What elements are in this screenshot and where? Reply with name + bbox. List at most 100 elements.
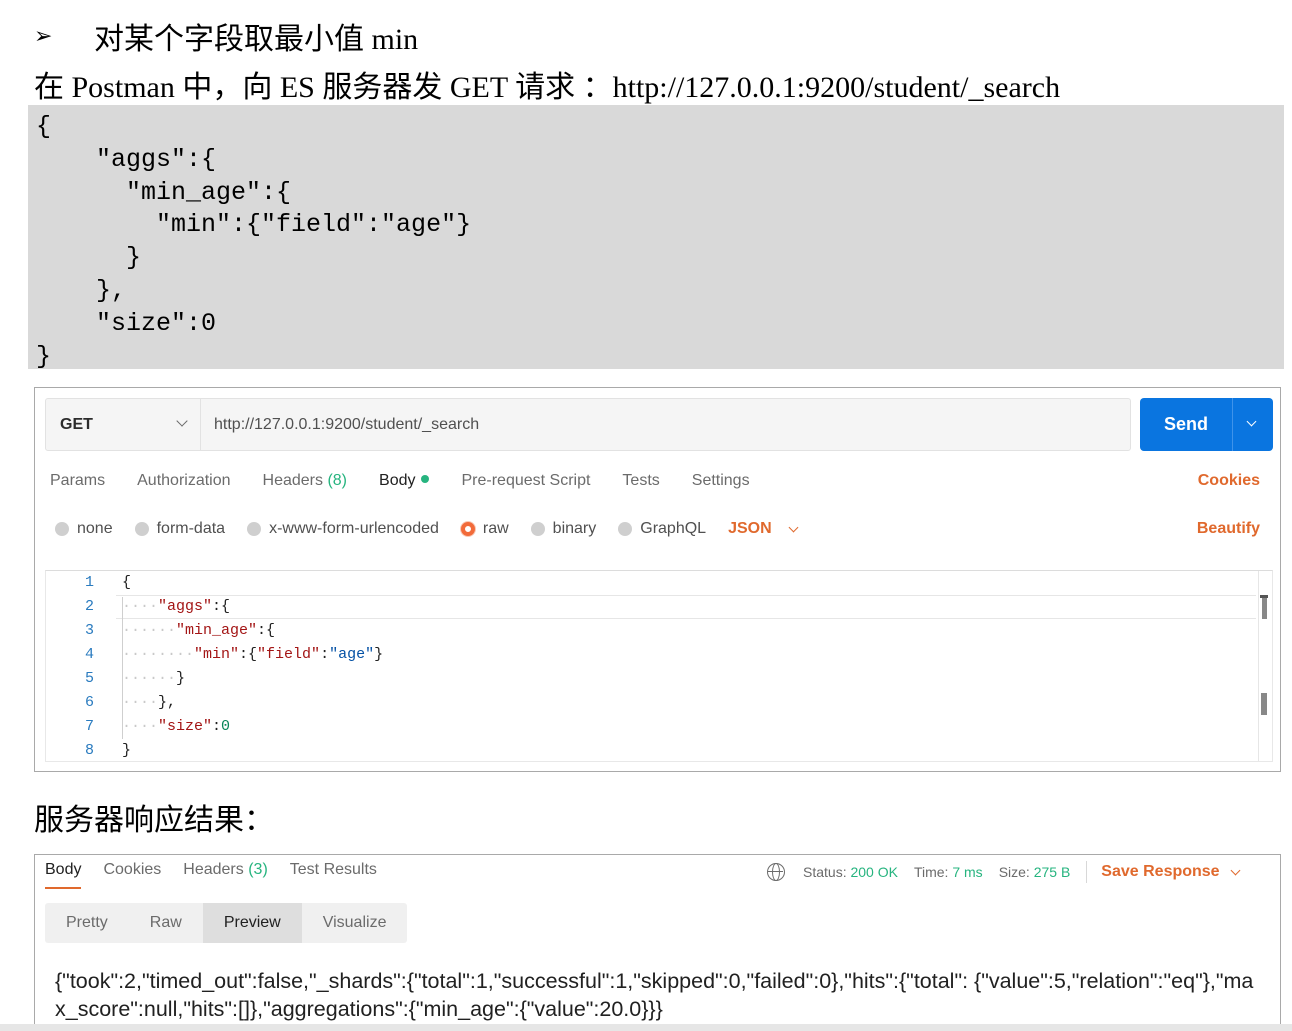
line-number: 8 [84,742,94,759]
radio-selected-icon [460,522,475,536]
response-tab-cookies[interactable]: Cookies [103,861,161,889]
line-number: 3 [84,622,94,639]
response-status-bar: Status: 200 OK Time: 7 ms Size: 275 B Sa… [767,861,1241,883]
body-type-none-label: none [77,520,113,537]
format-select[interactable]: JSON [728,520,799,538]
response-body-text: {"took":2,"timed_out":false,"_shards":{"… [55,969,1254,1021]
heading-text: 对某个字段取最小值 min [94,23,419,56]
editor-line: 8} [46,739,1272,761]
line-number: 2 [84,598,94,615]
intro-paragraph: 在 Postman 中，向 ES 服务器发 GET 请求 ：http://127… [34,71,1061,104]
view-mode-raw[interactable]: Raw [129,903,203,943]
method-select[interactable]: GET [46,399,201,450]
status-value: 200 OK [850,864,898,880]
time-value: 7 ms [952,864,983,880]
line-code: } [122,742,132,759]
beautify-button[interactable]: Beautify [1197,520,1260,538]
line-code: ····"aggs":{ [122,598,231,615]
code-block: { "aggs":{ "min_age":{ "min":{"field":"a… [28,105,1284,371]
chevron-down-icon [788,522,799,532]
body-type-urlencoded[interactable]: x-www-form-urlencoded [247,520,439,538]
body-editor[interactable]: 1{ 2 ····"aggs":{ 3 ······"min_age":{ 4 ···… [45,570,1273,762]
body-type-form-data-label: form-data [156,520,226,537]
tab-settings[interactable]: Settings [692,472,750,496]
globe-icon[interactable] [767,863,785,881]
body-type-binary-label: binary [552,520,597,537]
body-type-raw[interactable]: raw [460,520,509,538]
editor-scrollbar-track[interactable] [1258,571,1259,761]
body-type-graphql-label: GraphQL [640,520,707,537]
editor-line: 1{ [46,571,1272,595]
postman-response-panel: Body Cookies Headers (3) Test Results St… [34,854,1281,1031]
tab-headers[interactable]: Headers (8) [263,472,348,496]
radio-icon [618,522,633,536]
editor-line: 6 ····}, [46,691,1272,715]
chevron-down-icon [1230,865,1241,875]
bottom-edge-bar [0,1024,1292,1031]
line-code: { [122,574,132,591]
line-code: ····"size":0 [122,718,231,735]
cookies-link[interactable]: Cookies [1198,472,1260,490]
tab-tests[interactable]: Tests [622,472,659,496]
code-block-text: { "aggs":{ "min_age":{ "min":{"field":"a… [36,112,472,371]
section-heading: ➢ 对某个字段取最小值 min [34,14,418,58]
line-number: 6 [84,694,94,711]
url-input[interactable]: http://127.0.0.1:9200/student/_search [214,399,479,450]
view-mode-visualize[interactable]: Visualize [302,903,408,943]
save-response-button[interactable]: Save Response [1101,863,1241,881]
body-type-raw-label: raw [482,520,509,537]
response-tab-body[interactable]: Body [45,861,82,889]
time-info: Time: 7 ms [914,864,983,880]
radio-icon [247,522,262,536]
body-active-dot-icon [421,475,430,483]
tab-headers-label: Headers [262,472,323,489]
editor-scrollbar-thumb[interactable] [1261,693,1267,715]
line-number: 4 [84,646,94,663]
view-mode-pretty[interactable]: Pretty [45,903,129,943]
radio-icon [134,522,149,536]
chevron-down-icon[interactable] [1246,416,1257,427]
send-button[interactable]: Send [1140,398,1273,451]
editor-line: 7 ····"size":0 [46,715,1272,739]
line-number: 1 [84,574,94,591]
line-code: ········"min":{"field":"age"} [122,646,384,663]
editor-line: 4 ········"min":{"field":"age"} [46,643,1272,667]
radio-icon [530,522,545,536]
tab-body-label: Body [379,472,416,489]
size-label: Size: [998,864,1030,880]
body-type-binary[interactable]: binary [530,520,597,538]
bullet-arrow-icon: ➢ [34,23,53,48]
tab-authorization[interactable]: Authorization [137,472,230,496]
send-label: Send [1163,414,1208,434]
method-label: GET [60,415,93,433]
status-info: Status: 200 OK [803,864,898,880]
line-code: ······} [122,670,186,687]
line-code: ····}, [122,694,177,711]
response-headers-count: (3) [248,861,268,878]
result-caption: 服务器响应结果： [34,804,274,837]
editor-line: 3 ······"min_age":{ [46,619,1272,643]
tab-body[interactable]: Body [379,472,430,496]
response-tab-headers[interactable]: Headers (3) [183,861,268,889]
tab-prerequest-script[interactable]: Pre-request Script [461,472,590,496]
response-tab-test-results[interactable]: Test Results [290,861,377,889]
headers-count: (8) [327,472,348,489]
status-divider [1086,861,1088,883]
tab-params[interactable]: Params [50,472,105,496]
postman-request-panel: GET http://127.0.0.1:9200/student/_searc… [34,387,1281,772]
line-code: ······"min_age":{ [122,622,276,639]
body-type-form-data[interactable]: form-data [134,520,226,538]
time-label: Time: [913,864,949,880]
body-type-options: none form-data x-www-form-urlencoded raw… [55,520,819,538]
size-value: 275 B [1033,864,1071,880]
response-tabs: Body Cookies Headers (3) Test Results [45,861,399,889]
format-label: JSON [728,520,772,537]
request-tabs: Params Authorization Headers (8) Body Pr… [50,472,782,496]
line-number: 7 [84,718,94,735]
body-type-none[interactable]: none [55,520,113,538]
body-type-graphql[interactable]: GraphQL [618,520,706,538]
view-mode-preview[interactable]: Preview [202,903,302,943]
size-info: Size: 275 B [999,864,1071,880]
save-response-label: Save Response [1101,863,1220,880]
editor-line: 2 ····"aggs":{ [46,595,1272,619]
